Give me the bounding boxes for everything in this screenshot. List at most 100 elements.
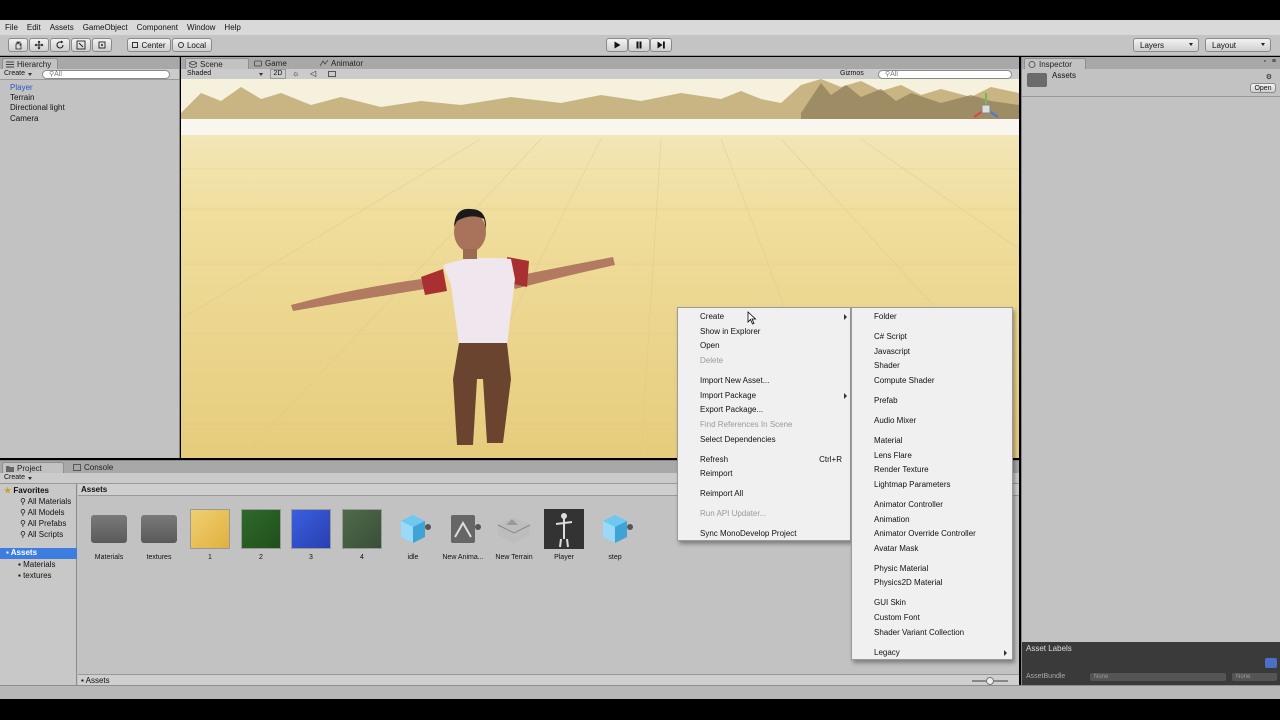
tab-scene[interactable]: Scene <box>185 58 249 69</box>
menu-item-import-new-asset[interactable]: Import New Asset... <box>700 376 769 385</box>
space-local-button[interactable]: Local <box>172 38 212 52</box>
menu-item-import-package[interactable]: Import Package <box>700 391 756 400</box>
asset-texture-4[interactable]: 4 <box>338 509 386 561</box>
menu-file[interactable]: File <box>5 23 18 32</box>
favorite-all-models[interactable]: ⚲ All Models <box>20 508 65 517</box>
rect-tool-button[interactable] <box>92 38 112 52</box>
asset-materials-folder[interactable]: Materials <box>85 509 133 561</box>
tab-console[interactable]: Console <box>70 462 119 473</box>
project-create-button[interactable]: Create <box>4 474 25 481</box>
create-lightmap-parameters[interactable]: Lightmap Parameters <box>874 480 950 489</box>
create-lens-flare[interactable]: Lens Flare <box>874 451 912 460</box>
create-custom-font[interactable]: Custom Font <box>874 613 920 622</box>
create-render-texture[interactable]: Render Texture <box>874 465 929 474</box>
menu-item-select-dependencies[interactable]: Select Dependencies <box>700 435 776 444</box>
asset-texture-3[interactable]: 3 <box>287 509 335 561</box>
menu-window[interactable]: Window <box>187 23 215 32</box>
create-physics2d-material[interactable]: Physics2D Material <box>874 578 942 587</box>
create-compute-shader[interactable]: Compute Shader <box>874 376 934 385</box>
create-animator-controller[interactable]: Animator Controller <box>874 500 943 509</box>
create-legacy[interactable]: Legacy <box>874 648 900 657</box>
create-prefab[interactable]: Prefab <box>874 396 898 405</box>
create-shader-variant-collection[interactable]: Shader Variant Collection <box>874 628 964 637</box>
tree-folder-textures[interactable]: ▪ textures <box>18 571 52 580</box>
layout-dropdown[interactable]: Layout <box>1205 38 1271 52</box>
hierarchy-item-player[interactable]: Player <box>10 83 33 92</box>
hierarchy-item-directional-light[interactable]: Directional light <box>10 103 65 112</box>
create-physic-material[interactable]: Physic Material <box>874 564 928 573</box>
mode-2d-toggle[interactable]: 2D <box>270 69 286 79</box>
audio-toggle-icon[interactable]: ◁ <box>310 69 316 78</box>
pivot-center-button[interactable]: Center <box>127 38 171 52</box>
menu-item-open[interactable]: Open <box>700 341 720 350</box>
menu-item-reimport-all[interactable]: Reimport All <box>700 489 743 498</box>
create-animator-override-controller[interactable]: Animator Override Controller <box>874 529 976 538</box>
asset-new-terrain[interactable]: New Terrain <box>490 509 538 561</box>
step-button[interactable] <box>650 38 672 52</box>
favorites-header[interactable]: ★ Favorites <box>4 486 49 495</box>
asset-bundle-dropdown[interactable]: None <box>1090 673 1226 681</box>
menu-assets[interactable]: Assets <box>50 23 74 32</box>
create-csharp-script[interactable]: C# Script <box>874 332 907 341</box>
menu-item-show-in-explorer[interactable]: Show in Explorer <box>700 327 760 336</box>
zoom-slider-thumb[interactable] <box>986 677 994 685</box>
hierarchy-item-camera[interactable]: Camera <box>10 114 38 123</box>
settings-icon[interactable]: ⚙ <box>1266 73 1272 81</box>
create-javascript[interactable]: Javascript <box>874 347 910 356</box>
asset-new-animator[interactable]: New Anima... <box>439 509 487 561</box>
hierarchy-create-button[interactable]: Create <box>4 70 25 77</box>
panel-menu-icon[interactable]: ≡ <box>1272 58 1276 65</box>
favorite-all-prefabs[interactable]: ⚲ All Prefabs <box>20 519 66 528</box>
asset-texture-2[interactable]: 2 <box>237 509 285 561</box>
play-button[interactable] <box>606 38 628 52</box>
asset-variant-dropdown[interactable]: None <box>1232 673 1277 681</box>
favorite-all-materials[interactable]: ⚲ All Materials <box>20 497 71 506</box>
create-shader[interactable]: Shader <box>874 361 900 370</box>
open-button[interactable]: Open <box>1250 83 1276 93</box>
asset-step[interactable]: step <box>591 509 639 561</box>
tab-inspector[interactable]: Inspector <box>1024 58 1086 69</box>
menu-help[interactable]: Help <box>224 23 240 32</box>
effects-toggle-icon[interactable] <box>328 71 336 77</box>
shading-dropdown[interactable]: Shaded <box>187 70 211 77</box>
menu-item-refresh[interactable]: Refresh <box>700 455 728 464</box>
menu-component[interactable]: Component <box>137 23 178 32</box>
hand-tool-button[interactable] <box>8 38 28 52</box>
tree-assets-selected[interactable]: ▪ Assets <box>0 548 77 559</box>
layers-dropdown[interactable]: Layers <box>1133 38 1199 52</box>
tag-icon[interactable] <box>1265 658 1277 668</box>
lock-icon[interactable]: ▫ <box>1264 58 1266 65</box>
tab-animator[interactable]: Animator <box>317 58 369 69</box>
asset-idle[interactable]: idle <box>389 509 437 561</box>
gizmos-dropdown[interactable]: Gizmos <box>840 70 864 77</box>
tab-hierarchy[interactable]: Hierarchy <box>2 58 59 69</box>
menu-item-export-package[interactable]: Export Package... <box>700 405 763 414</box>
asset-textures-folder[interactable]: textures <box>135 509 183 561</box>
breadcrumb-assets[interactable]: Assets <box>81 485 107 494</box>
scene-search-input[interactable]: ⚲All <box>878 70 1012 79</box>
tree-folder-materials[interactable]: ▪ Materials <box>18 560 56 569</box>
menu-edit[interactable]: Edit <box>27 23 41 32</box>
pause-button[interactable] <box>628 38 650 52</box>
asset-player[interactable]: Player <box>540 509 588 561</box>
rotate-tool-button[interactable] <box>50 38 70 52</box>
hierarchy-item-terrain[interactable]: Terrain <box>10 93 34 102</box>
favorite-all-scripts[interactable]: ⚲ All Scripts <box>20 530 63 539</box>
menu-item-create[interactable]: Create <box>700 312 724 321</box>
create-material[interactable]: Material <box>874 436 902 445</box>
create-audio-mixer[interactable]: Audio Mixer <box>874 416 916 425</box>
light-toggle-icon[interactable]: ☼ <box>292 69 299 78</box>
tab-project[interactable]: Project <box>2 462 64 473</box>
create-gui-skin[interactable]: GUI Skin <box>874 598 906 607</box>
tab-game[interactable]: Game <box>251 58 293 69</box>
create-animation[interactable]: Animation <box>874 515 910 524</box>
menu-item-sync-monodevelop[interactable]: Sync MonoDevelop Project <box>700 529 797 538</box>
menu-item-reimport[interactable]: Reimport <box>700 469 732 478</box>
asset-texture-1[interactable]: 1 <box>186 509 234 561</box>
hierarchy-search-input[interactable]: ⚲All <box>42 70 170 79</box>
menu-gameobject[interactable]: GameObject <box>83 23 128 32</box>
create-avatar-mask[interactable]: Avatar Mask <box>874 544 918 553</box>
create-folder[interactable]: Folder <box>874 312 897 321</box>
move-tool-button[interactable] <box>29 38 49 52</box>
scale-tool-button[interactable] <box>71 38 91 52</box>
